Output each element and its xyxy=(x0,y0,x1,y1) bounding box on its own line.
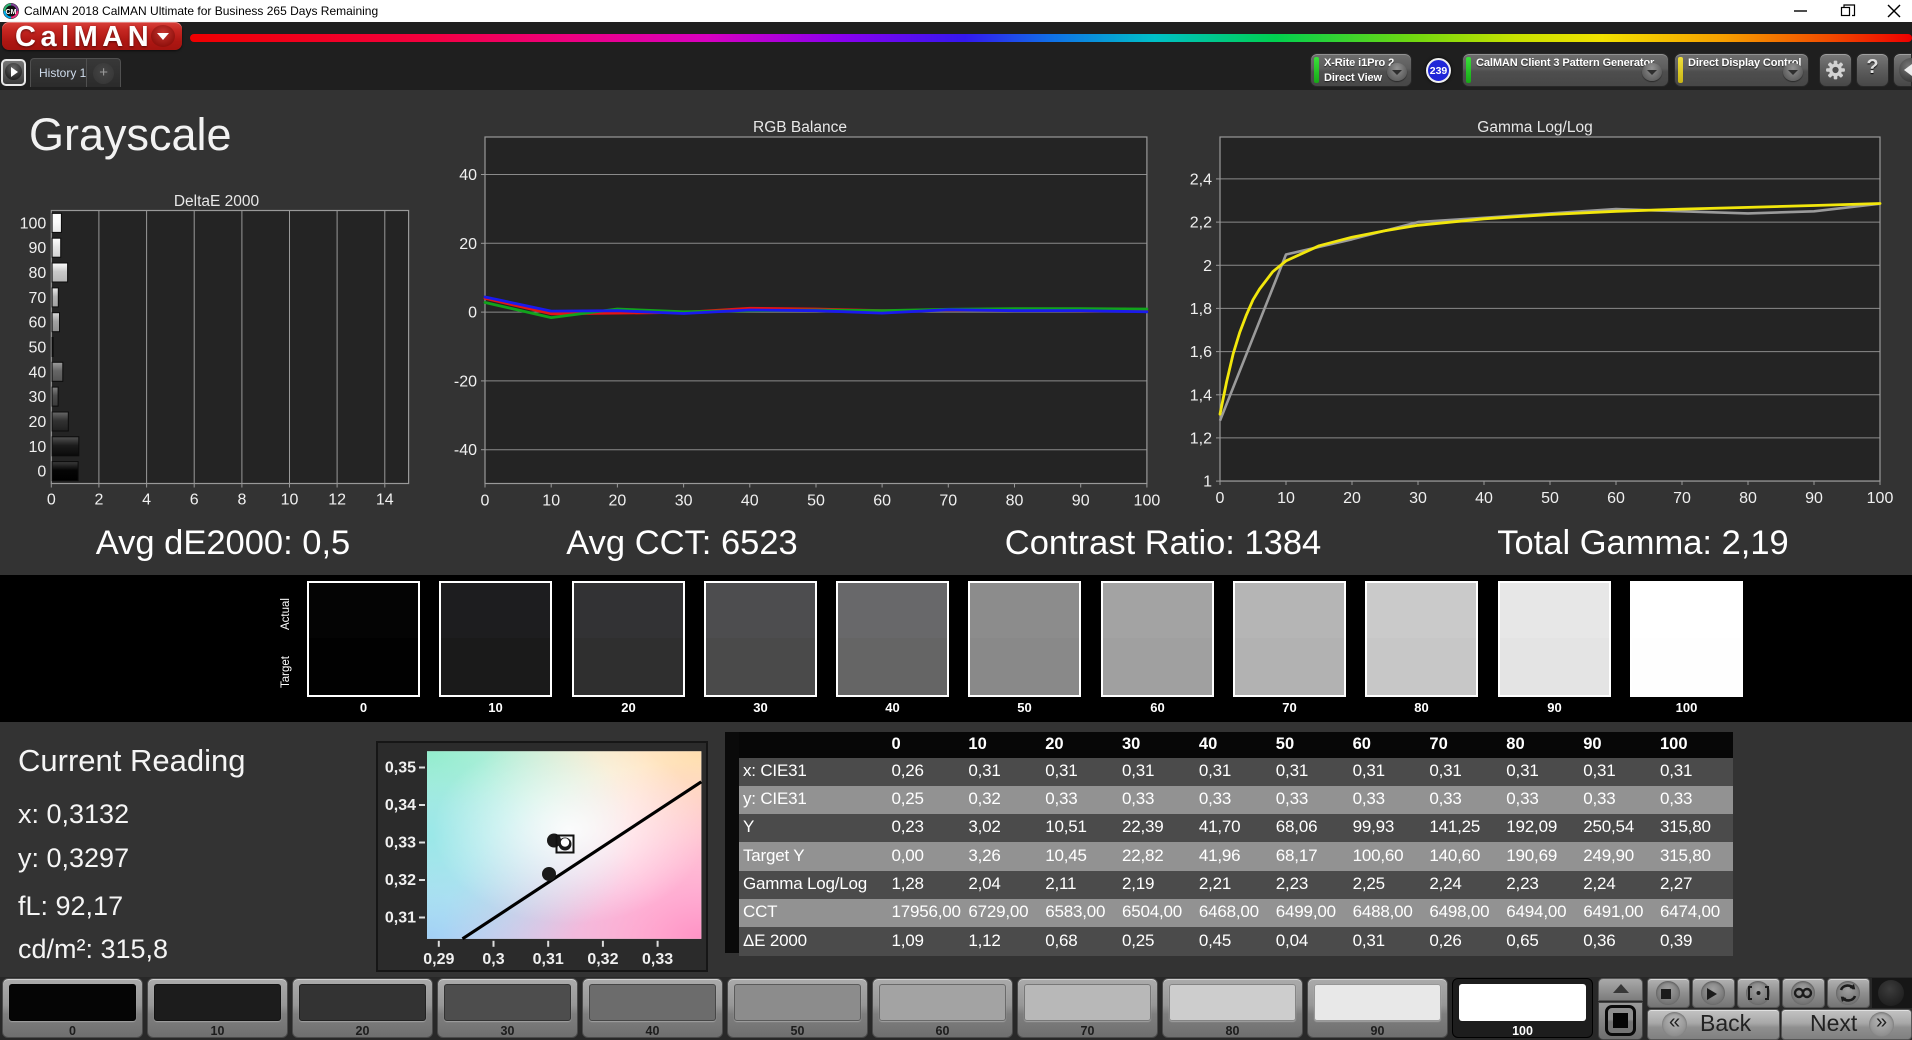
svg-text:20: 20 xyxy=(609,493,627,510)
svg-text:10: 10 xyxy=(1277,490,1295,507)
svg-text:80: 80 xyxy=(1006,493,1024,510)
svg-text:-20: -20 xyxy=(454,373,477,390)
svg-text:0,32: 0,32 xyxy=(385,872,416,889)
svg-text:DeltaE 2000: DeltaE 2000 xyxy=(174,193,260,210)
svg-text:0,33: 0,33 xyxy=(642,951,673,968)
svg-text:40: 40 xyxy=(1475,490,1493,507)
svg-text:70: 70 xyxy=(939,493,957,510)
svg-text:40: 40 xyxy=(741,493,759,510)
svg-text:1,4: 1,4 xyxy=(1190,387,1212,404)
svg-text:0,32: 0,32 xyxy=(587,951,618,968)
svg-text:40: 40 xyxy=(29,364,47,381)
svg-text:60: 60 xyxy=(873,493,891,510)
svg-text:14: 14 xyxy=(376,492,394,509)
svg-text:CM: CM xyxy=(6,9,17,16)
svg-text:0,34: 0,34 xyxy=(385,797,416,814)
svg-text:30: 30 xyxy=(1409,490,1427,507)
svg-text:10: 10 xyxy=(542,493,560,510)
svg-text:6: 6 xyxy=(190,492,199,509)
svg-text:70: 70 xyxy=(1673,490,1691,507)
svg-text:50: 50 xyxy=(1541,490,1559,507)
svg-text:0,35: 0,35 xyxy=(385,760,416,777)
svg-text:100: 100 xyxy=(1867,490,1894,507)
svg-text:30: 30 xyxy=(29,389,47,406)
svg-text:8: 8 xyxy=(237,492,246,509)
svg-text:90: 90 xyxy=(1805,490,1823,507)
svg-text:1: 1 xyxy=(1203,474,1212,491)
svg-text:50: 50 xyxy=(29,340,47,357)
svg-text:60: 60 xyxy=(1607,490,1625,507)
svg-text:0,31: 0,31 xyxy=(385,910,416,927)
svg-text:2: 2 xyxy=(1203,258,1212,275)
svg-text:0,3: 0,3 xyxy=(482,951,504,968)
svg-text:Gamma Log/Log: Gamma Log/Log xyxy=(1477,119,1592,136)
svg-text:4: 4 xyxy=(142,492,151,509)
svg-text:40: 40 xyxy=(459,167,477,184)
svg-text:RGB Balance: RGB Balance xyxy=(753,119,847,136)
svg-text:100: 100 xyxy=(1134,493,1161,510)
svg-text:60: 60 xyxy=(29,315,47,332)
svg-text:20: 20 xyxy=(1343,490,1361,507)
svg-text:50: 50 xyxy=(807,493,825,510)
svg-text:0: 0 xyxy=(481,493,490,510)
svg-text:1,8: 1,8 xyxy=(1190,301,1212,318)
svg-text:10: 10 xyxy=(281,492,299,509)
svg-text:30: 30 xyxy=(675,493,693,510)
svg-text:2,2: 2,2 xyxy=(1190,215,1212,232)
svg-text:10: 10 xyxy=(29,439,47,456)
svg-text:2,4: 2,4 xyxy=(1190,171,1212,188)
svg-text:0,29: 0,29 xyxy=(423,951,454,968)
svg-text:0: 0 xyxy=(37,464,46,481)
svg-text:1,6: 1,6 xyxy=(1190,344,1212,361)
svg-text:80: 80 xyxy=(1739,490,1757,507)
svg-text:0,31: 0,31 xyxy=(533,951,564,968)
svg-text:20: 20 xyxy=(29,414,47,431)
svg-text:90: 90 xyxy=(29,240,47,257)
svg-text:80: 80 xyxy=(29,265,47,282)
svg-text:0: 0 xyxy=(1216,490,1225,507)
svg-text:0,33: 0,33 xyxy=(385,835,416,852)
svg-text:-40: -40 xyxy=(454,442,477,459)
svg-text:0: 0 xyxy=(47,492,56,509)
svg-text:100: 100 xyxy=(20,215,47,232)
svg-text:90: 90 xyxy=(1072,493,1090,510)
svg-text:0: 0 xyxy=(468,305,477,322)
svg-text:70: 70 xyxy=(29,290,47,307)
svg-text:2: 2 xyxy=(94,492,103,509)
svg-text:1,2: 1,2 xyxy=(1190,430,1212,447)
svg-text:12: 12 xyxy=(328,492,346,509)
svg-text:20: 20 xyxy=(459,236,477,253)
